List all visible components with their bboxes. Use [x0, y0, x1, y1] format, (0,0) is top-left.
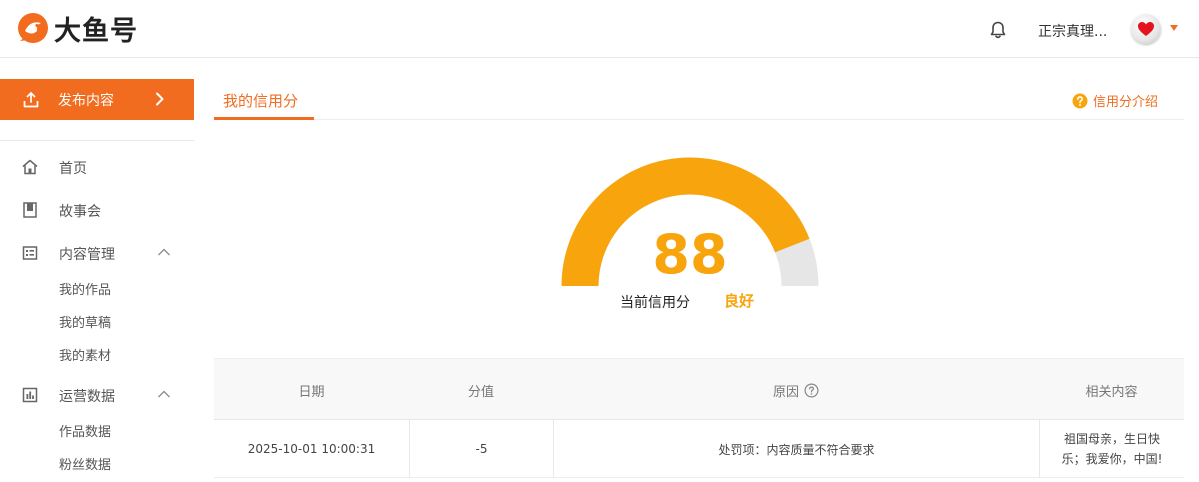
question-circle-icon [1072, 93, 1088, 108]
sidebar-item-label: 故事会 [59, 204, 101, 220]
sidebar-subitem-my-materials[interactable]: 我的素材 [59, 345, 111, 364]
table-row: 2025-10-01 10:00:31 -5 处罚项：内容质量不符合要求 祖国母… [214, 420, 1184, 478]
upload-icon [23, 91, 39, 107]
sidebar-item-label: 运营数据 [59, 389, 115, 405]
column-header-reason: 原因 [553, 359, 1039, 421]
sidebar-item-label: 内容管理 [59, 247, 115, 263]
credit-score-value: 88 [652, 223, 728, 286]
sidebar-item-story[interactable]: 故事会 [0, 196, 194, 224]
cell-related-content[interactable]: 祖国母亲，生日快乐；我爱你，中国! [1039, 420, 1184, 478]
book-icon [23, 202, 37, 218]
table-header: 日期 分值 原因 相关内容 [214, 358, 1184, 420]
chevron-up-icon[interactable] [157, 389, 171, 399]
content-list-icon [22, 246, 38, 260]
column-header-related: 相关内容 [1085, 384, 1138, 400]
publish-content-button[interactable]: 发布内容 [0, 79, 194, 120]
column-header-date: 日期 [298, 384, 325, 400]
credit-score-intro-link[interactable]: 信用分介绍 [1072, 91, 1158, 110]
heart-icon [1138, 22, 1154, 36]
fish-logo-icon [18, 13, 48, 43]
chevron-up-icon[interactable] [157, 247, 171, 257]
avatar[interactable] [1131, 14, 1161, 44]
chevron-right-icon [156, 92, 164, 106]
sidebar-subitem-my-works[interactable]: 我的作品 [59, 279, 111, 298]
publish-content-label: 发布内容 [58, 92, 114, 109]
sidebar-divider [0, 140, 194, 141]
logo-text: 大鱼号 [54, 15, 138, 47]
cell-reason: 处罚项：内容质量不符合要求 [553, 420, 1039, 478]
sidebar-item-operation-data[interactable]: 运营数据 [0, 381, 194, 409]
home-icon [22, 159, 38, 175]
credit-record-table: 日期 分值 原因 相关内容 2025-10-01 10:00:31 -5 处罚项… [214, 358, 1184, 482]
notification-bell-icon[interactable] [987, 19, 1009, 41]
credit-score-grade: 良好 [724, 292, 755, 310]
column-header-reason-label: 原因 [772, 384, 799, 400]
cell-value: -5 [409, 420, 553, 478]
tab-my-credit-score[interactable]: 我的信用分 [214, 80, 314, 120]
sidebar-item-home[interactable]: 首页 [0, 153, 194, 181]
column-header-value: 分值 [467, 384, 494, 400]
question-circle-icon[interactable] [804, 383, 819, 398]
sidebar-item-label: 首页 [59, 161, 87, 177]
sidebar-subitem-fans-data[interactable]: 粉丝数据 [59, 454, 111, 473]
sidebar-item-content-management[interactable]: 内容管理 [0, 239, 194, 267]
credit-score-intro-label: 信用分介绍 [1093, 95, 1159, 110]
username[interactable]: 正宗真理... [1038, 21, 1107, 41]
credit-score-label: 当前信用分 [620, 295, 690, 311]
cell-date: 2025-10-01 10:00:31 [247, 442, 376, 456]
top-header: 大鱼号 正宗真理... [0, 0, 1199, 58]
bar-chart-icon [22, 387, 38, 403]
sidebar-subitem-works-data[interactable]: 作品数据 [59, 421, 111, 440]
tab-bar: 我的信用分 信用分介绍 [214, 80, 1184, 120]
sidebar-subitem-my-drafts[interactable]: 我的草稿 [59, 312, 111, 331]
logo[interactable]: 大鱼号 [16, 8, 138, 48]
account-dropdown-caret-icon[interactable] [1170, 25, 1178, 31]
